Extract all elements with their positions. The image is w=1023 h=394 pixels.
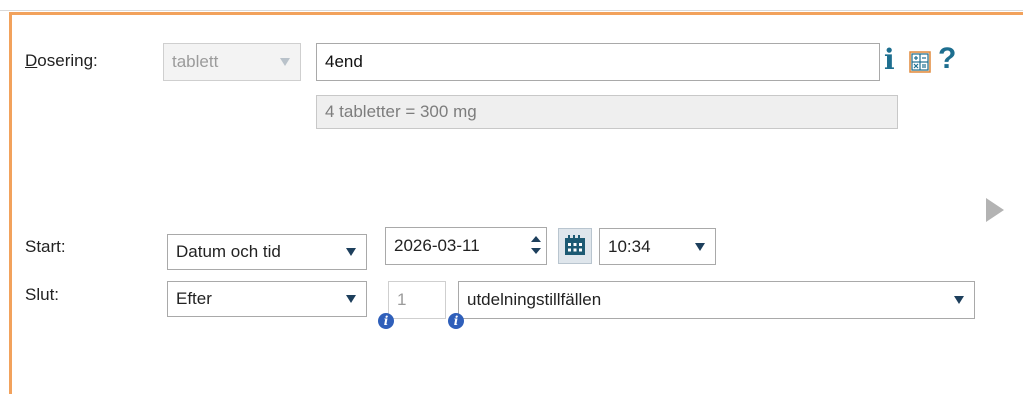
dosering-label: Dosering: [25,51,98,70]
caret-down-icon [954,296,964,304]
start-mode-select[interactable]: Datum och tid [167,234,367,270]
play-arrow-icon[interactable] [986,198,1004,222]
start-time-value: 10:34 [608,236,651,256]
slut-count-input[interactable]: 1 [388,281,446,319]
start-mode-value: Datum och tid [176,242,281,261]
calculator-icon[interactable] [909,51,931,73]
dose-summary-value: 4 tabletter = 300 mg [325,102,477,121]
dosage-panel: Dosering: tablett 4end 4 tabletter = 300… [9,12,1023,394]
caret-down-icon [346,295,356,303]
slut-mode-select[interactable]: Efter [167,281,367,317]
info-icon[interactable]: i [378,313,394,329]
info-icon[interactable]: i [448,313,464,329]
caret-down-icon [346,248,356,256]
start-date-input[interactable]: 2026-03-11 [385,227,547,265]
start-label: Start: [25,237,66,256]
start-date-value: 2026-03-11 [394,236,480,255]
caret-down-icon [280,58,290,66]
top-separator [0,0,1023,11]
help-icon[interactable]: ? [938,43,960,75]
date-spinner-icon[interactable] [531,236,541,254]
calendar-button[interactable] [558,228,592,264]
dose-unit-select[interactable]: tablett [163,43,301,81]
slut-unit-select[interactable]: utdelningstillfällen [458,281,975,319]
dose-input-value: 4end [325,52,363,71]
slut-label: Slut: [25,285,60,304]
calendar-icon [565,235,585,255]
dose-unit-value: tablett [172,52,219,71]
slut-unit-value: utdelningstillfällen [467,290,602,309]
dose-summary-field: 4 tabletter = 300 mg [316,95,898,129]
dose-input[interactable]: 4end [316,43,880,81]
slut-count-placeholder: 1 [397,290,407,309]
slut-mode-value: Efter [176,289,212,308]
info-icon[interactable]: i [884,45,902,75]
start-time-select[interactable]: 10:34 [599,228,716,265]
caret-down-icon [695,242,705,251]
